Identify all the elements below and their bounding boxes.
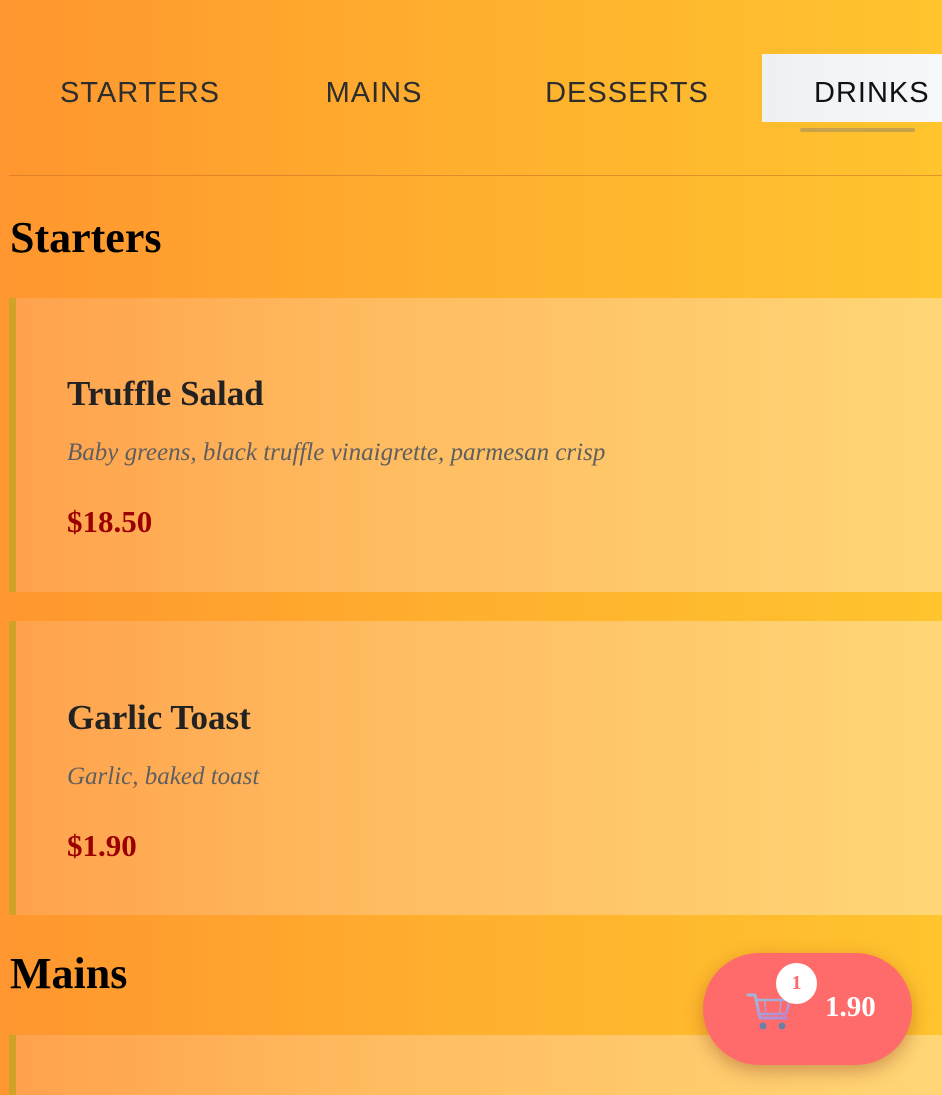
category-tabs: STARTERS MAINS DESSERTS DRINKS xyxy=(0,0,942,175)
menu-item-name: Garlic Toast xyxy=(67,698,251,737)
menu-item-price: $1.90 xyxy=(67,828,137,863)
cart-total: 1.90 xyxy=(825,991,876,1023)
tab-drinks[interactable]: DRINKS xyxy=(762,54,942,122)
tab-starters[interactable]: STARTERS xyxy=(30,54,250,122)
menu-item-description: Baby greens, black truffle vinaigrette, … xyxy=(67,439,606,466)
section-title-mains: Mains xyxy=(10,949,128,998)
menu-item-card[interactable]: Truffle Salad Baby greens, black truffle… xyxy=(9,298,942,592)
cart-count-badge: 1 xyxy=(776,963,817,1004)
menu-item-description: Garlic, baked toast xyxy=(67,763,260,790)
menu-item-card[interactable]: Garlic Toast Garlic, baked toast $1.90 xyxy=(9,621,942,915)
menu-item-name: Truffle Salad xyxy=(67,374,264,413)
tab-desserts[interactable]: DESSERTS xyxy=(516,54,738,122)
section-title-starters: Starters xyxy=(10,213,162,262)
menu-item-price: $18.50 xyxy=(67,504,153,539)
active-tab-indicator xyxy=(800,128,915,132)
tabs-divider xyxy=(9,175,942,176)
tab-mains[interactable]: MAINS xyxy=(264,54,484,122)
cart-button[interactable]: 1 1.90 xyxy=(703,953,912,1065)
